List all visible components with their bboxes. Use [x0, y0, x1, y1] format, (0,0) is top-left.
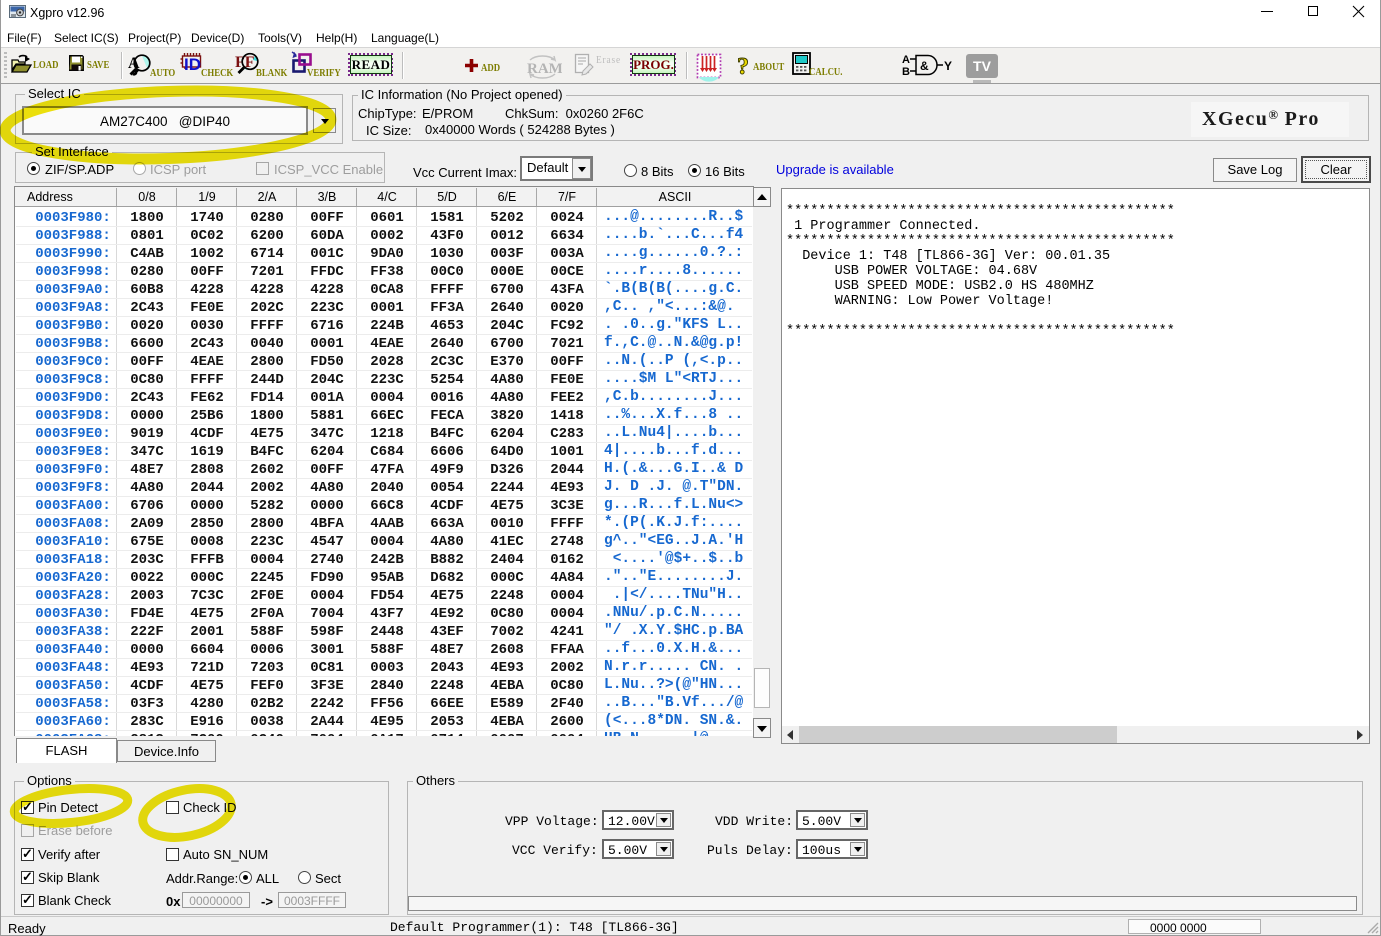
- svg-text:A: A: [902, 54, 910, 66]
- svg-text:?: ?: [737, 54, 749, 79]
- svg-text:ID: ID: [184, 55, 201, 72]
- svg-text:&: &: [920, 59, 929, 73]
- svg-text:Y: Y: [944, 59, 952, 73]
- svg-text:B: B: [902, 66, 910, 78]
